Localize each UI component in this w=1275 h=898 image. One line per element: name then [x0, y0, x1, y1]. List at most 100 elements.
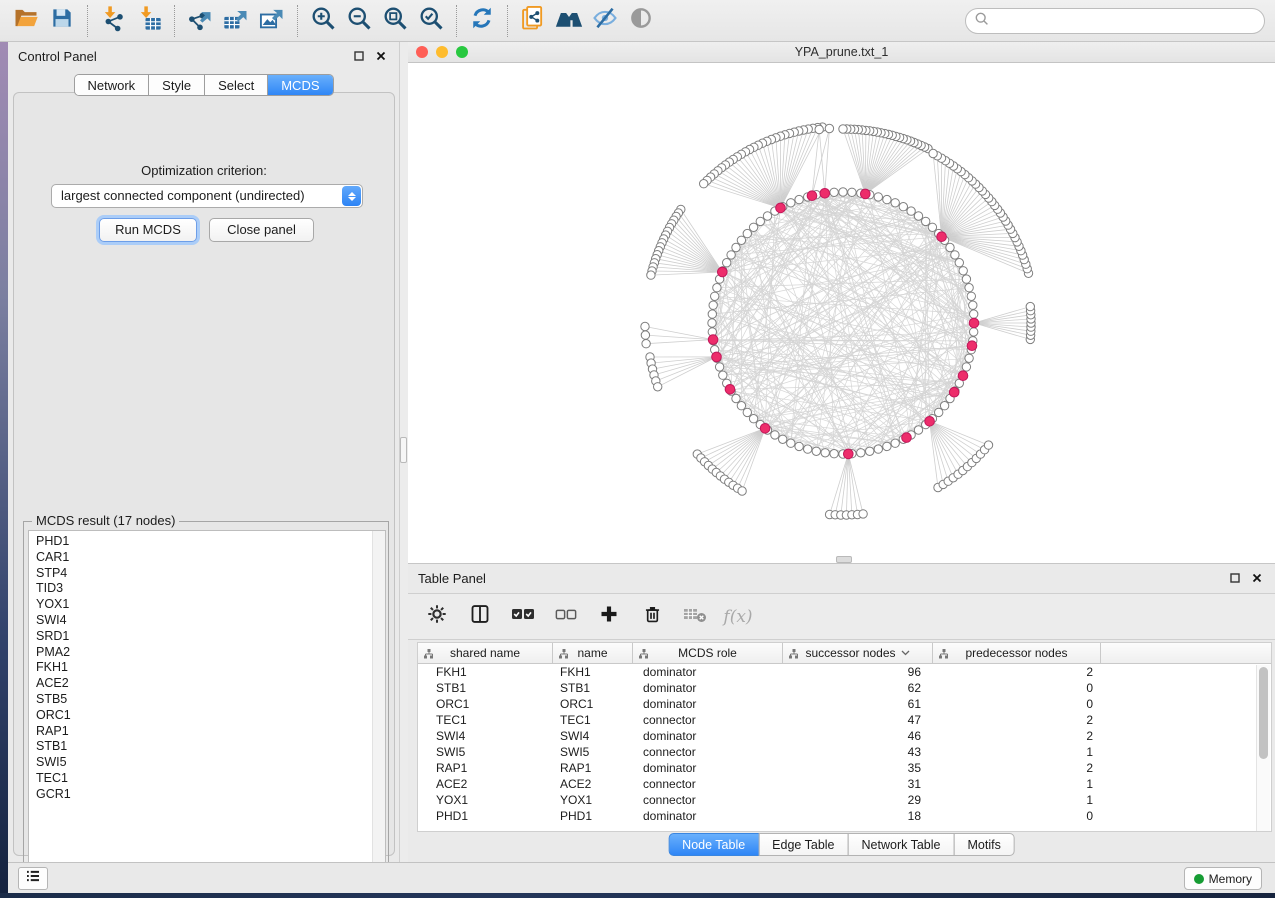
- tab-edge-table[interactable]: Edge Table: [758, 833, 848, 856]
- table-cell[interactable]: connector: [633, 744, 783, 760]
- delete-table-button[interactable]: [682, 604, 708, 630]
- table-cell[interactable]: dominator: [633, 664, 783, 680]
- search-input[interactable]: [965, 8, 1265, 34]
- refresh-button[interactable]: [464, 4, 500, 38]
- column-header-successor-nodes[interactable]: successor nodes: [783, 643, 933, 663]
- table-cell[interactable]: dominator: [633, 728, 783, 744]
- mcds-node[interactable]: [725, 385, 735, 395]
- mcds-result-item[interactable]: FKH1: [36, 660, 385, 676]
- network-canvas[interactable]: [408, 63, 1275, 563]
- close-panel-icon[interactable]: [373, 48, 389, 64]
- table-cell[interactable]: connector: [633, 792, 783, 808]
- table-scrollbar[interactable]: [1256, 665, 1270, 832]
- table-cell[interactable]: dominator: [633, 808, 783, 824]
- table-cell[interactable]: ORC1: [553, 696, 633, 712]
- mcds-node[interactable]: [958, 371, 968, 381]
- import-network-button[interactable]: [95, 4, 131, 38]
- table-cell[interactable]: 0: [933, 680, 1101, 696]
- mcds-result-item[interactable]: STP4: [36, 566, 385, 582]
- zoom-out-button[interactable]: [341, 4, 377, 38]
- table-cell[interactable]: dominator: [633, 760, 783, 776]
- mcds-node[interactable]: [949, 387, 959, 397]
- mcds-node[interactable]: [708, 335, 718, 345]
- table-cell[interactable]: YOX1: [553, 792, 633, 808]
- mcds-node[interactable]: [861, 189, 871, 199]
- unselect-all-columns-button[interactable]: [553, 604, 579, 630]
- column-header-predecessor-nodes[interactable]: predecessor nodes: [933, 643, 1101, 663]
- table-cell[interactable]: RAP1: [418, 760, 553, 776]
- table-cell[interactable]: YOX1: [418, 792, 553, 808]
- table-cell[interactable]: STB1: [418, 680, 553, 696]
- table-cell[interactable]: SWI4: [553, 728, 633, 744]
- table-cell[interactable]: ACE2: [418, 776, 553, 792]
- table-cell[interactable]: 2: [933, 664, 1101, 680]
- close-panel-icon[interactable]: [1249, 570, 1265, 586]
- mcds-result-item[interactable]: ORC1: [36, 708, 385, 724]
- toggle-eye-button[interactable]: [623, 4, 659, 38]
- table-cell[interactable]: FKH1: [418, 664, 553, 680]
- mcds-node[interactable]: [844, 449, 854, 459]
- mcds-node[interactable]: [776, 203, 786, 213]
- close-panel-button[interactable]: Close panel: [209, 218, 314, 242]
- table-cell[interactable]: TEC1: [418, 712, 553, 728]
- table-cell[interactable]: 29: [783, 792, 933, 808]
- create-column-button[interactable]: [596, 604, 622, 630]
- zoom-fit-button[interactable]: [377, 4, 413, 38]
- table-settings-button[interactable]: [424, 604, 450, 630]
- tab-node-table[interactable]: Node Table: [668, 833, 759, 856]
- table-cell[interactable]: SWI5: [553, 744, 633, 760]
- mcds-node[interactable]: [925, 417, 935, 427]
- table-scrollbar-thumb[interactable]: [1259, 667, 1268, 759]
- panel-splitter[interactable]: [400, 42, 408, 862]
- run-mcds-button[interactable]: Run MCDS: [99, 218, 197, 242]
- select-all-columns-button[interactable]: [510, 604, 536, 630]
- table-cell[interactable]: RAP1: [553, 760, 633, 776]
- table-row[interactable]: PHD1PHD1dominator180: [418, 808, 1271, 824]
- mcds-result-item[interactable]: STB1: [36, 739, 385, 755]
- table-cell[interactable]: dominator: [633, 696, 783, 712]
- mcds-result-item[interactable]: SRD1: [36, 629, 385, 645]
- mcds-result-item[interactable]: TEC1: [36, 771, 385, 787]
- mcds-node[interactable]: [969, 318, 979, 328]
- table-cell[interactable]: 43: [783, 744, 933, 760]
- table-cell[interactable]: ORC1: [418, 696, 553, 712]
- table-cell[interactable]: PHD1: [418, 808, 553, 824]
- table-cell[interactable]: FKH1: [553, 664, 633, 680]
- table-cell[interactable]: 2: [933, 728, 1101, 744]
- table-row[interactable]: RAP1RAP1dominator352: [418, 760, 1271, 776]
- table-row[interactable]: YOX1YOX1connector291: [418, 792, 1271, 808]
- table-row[interactable]: ORC1ORC1dominator610: [418, 696, 1271, 712]
- table-cell[interactable]: TEC1: [553, 712, 633, 728]
- table-cell[interactable]: 1: [933, 792, 1101, 808]
- table-row[interactable]: STB1STB1dominator620: [418, 680, 1271, 696]
- table-cell[interactable]: 61: [783, 696, 933, 712]
- result-scrollbar[interactable]: [372, 531, 385, 881]
- function-builder-button[interactable]: f(x): [725, 604, 751, 630]
- memory-button[interactable]: Memory: [1184, 867, 1262, 890]
- table-cell[interactable]: 35: [783, 760, 933, 776]
- tab-motifs[interactable]: Motifs: [953, 833, 1014, 856]
- export-image-button[interactable]: [254, 4, 290, 38]
- mcds-node[interactable]: [937, 232, 947, 242]
- mcds-result-item[interactable]: TID3: [36, 581, 385, 597]
- mcds-node[interactable]: [760, 424, 770, 434]
- zoom-selected-button[interactable]: [413, 4, 449, 38]
- mcds-result-item[interactable]: YOX1: [36, 597, 385, 613]
- table-cell[interactable]: 0: [933, 696, 1101, 712]
- mcds-result-list[interactable]: PHD1CAR1STP4TID3YOX1SWI4SRD1PMA2FKH1ACE2…: [28, 530, 386, 882]
- table-cell[interactable]: connector: [633, 712, 783, 728]
- mcds-result-item[interactable]: STB5: [36, 692, 385, 708]
- mcds-result-item[interactable]: ACE2: [36, 676, 385, 692]
- mcds-result-item[interactable]: SWI4: [36, 613, 385, 629]
- float-window-icon[interactable]: [351, 48, 367, 64]
- table-cell[interactable]: 1: [933, 744, 1101, 760]
- delete-column-button[interactable]: [639, 604, 665, 630]
- table-cell[interactable]: 46: [783, 728, 933, 744]
- save-session-button[interactable]: [44, 4, 80, 38]
- mcds-result-item[interactable]: GCR1: [36, 787, 385, 803]
- table-cell[interactable]: PHD1: [553, 808, 633, 824]
- export-network-button[interactable]: [182, 4, 218, 38]
- mcds-node[interactable]: [820, 189, 830, 199]
- table-cell[interactable]: connector: [633, 776, 783, 792]
- tab-select[interactable]: Select: [204, 75, 267, 95]
